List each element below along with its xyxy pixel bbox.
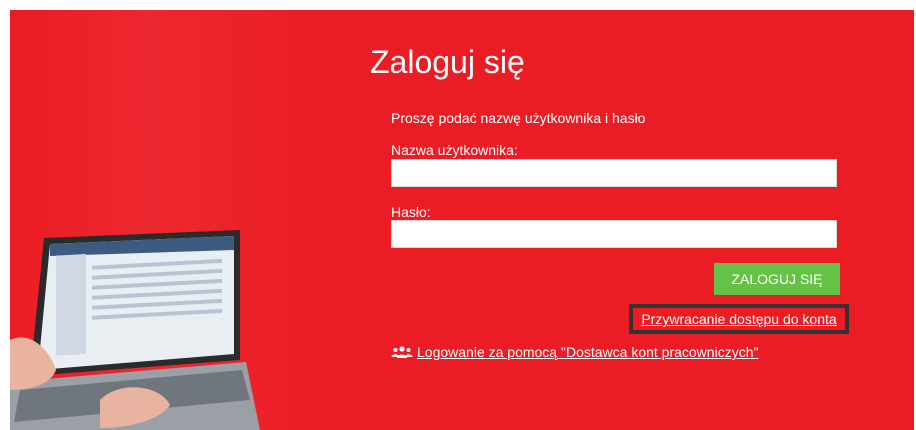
login-panel: Zaloguj się Proszę podać nazwę użytkowni… [10,10,914,430]
provider-login-link[interactable]: Logowanie za pomocą "Dostawca kont praco… [417,344,758,360]
username-label: Nazwa użytkownika: [391,142,518,158]
provider-login[interactable]: Logowanie za pomocą "Dostawca kont praco… [391,344,758,360]
login-button[interactable]: ZALOGUJ SIĘ [714,263,840,295]
password-label: Hasło: [391,204,431,220]
users-icon [391,346,413,358]
recover-account-link[interactable]: Przywracanie dostępu do konta [641,311,836,327]
page-title: Zaloguj się [370,44,525,80]
laptop-illustration [10,230,260,430]
password-input[interactable] [391,220,837,248]
username-input[interactable] [391,159,837,187]
login-prompt: Proszę podać nazwę użytkownika i hasło [391,110,646,126]
recover-highlight-box: Przywracanie dostępu do konta [629,304,849,334]
